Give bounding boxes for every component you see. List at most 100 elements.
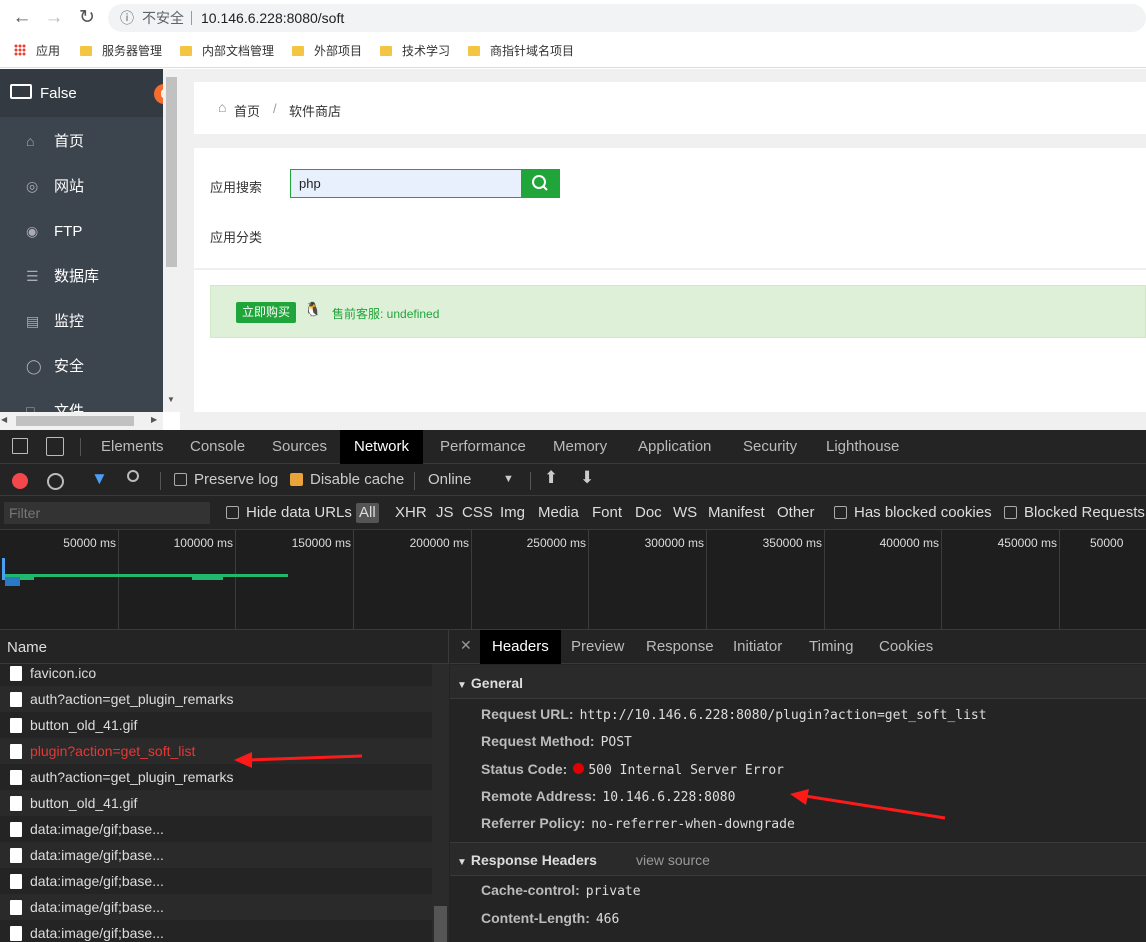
tab-lighthouse[interactable]: Lighthouse: [812, 430, 913, 464]
upload-icon[interactable]: ⬆: [544, 468, 558, 488]
network-overview[interactable]: 50000 ms 100000 ms 150000 ms 200000 ms 2…: [0, 530, 1146, 630]
filter-type-media[interactable]: Media: [538, 503, 579, 523]
request-list-scrollbar[interactable]: [432, 664, 449, 942]
has-blocked-cookies-toggle[interactable]: Has blocked cookies: [834, 503, 992, 523]
tab-elements[interactable]: Elements: [87, 430, 178, 464]
bookmark-folder[interactable]: 技术学习: [380, 43, 450, 59]
sidebar-item-database[interactable]: ☰ 数据库: [0, 254, 163, 299]
checkbox-checked[interactable]: [290, 473, 303, 486]
request-row[interactable]: button_old_41.gif: [0, 790, 432, 816]
checkbox[interactable]: [834, 506, 847, 519]
sidebar-item-home[interactable]: ⌂ 首页: [0, 119, 163, 164]
address-bar[interactable]: ⓘ 不安全 10.146.6.228:8080/soft: [108, 4, 1146, 32]
view-source-link[interactable]: view source: [636, 852, 710, 868]
request-row[interactable]: favicon.ico: [0, 660, 432, 686]
url-text[interactable]: 10.146.6.228:8080/soft: [201, 4, 344, 32]
general-title[interactable]: ▼ General: [457, 675, 523, 691]
insecure-label: 不安全: [142, 10, 184, 26]
chevron-down-icon[interactable]: ▼: [503, 473, 514, 485]
clear-icon[interactable]: [47, 473, 64, 490]
bookmark-apps[interactable]: 应用: [14, 43, 60, 59]
filter-type-css[interactable]: CSS: [462, 503, 493, 523]
checkbox[interactable]: [226, 506, 239, 519]
request-row[interactable]: data:image/gif;base...: [0, 894, 432, 920]
vertical-scrollbar[interactable]: ▼: [163, 69, 180, 412]
tab-headers[interactable]: Headers: [480, 630, 561, 664]
name-column-header[interactable]: Name: [0, 630, 449, 664]
search-input[interactable]: php: [290, 169, 522, 198]
filter-type-manifest[interactable]: Manifest: [708, 503, 765, 523]
download-icon[interactable]: ⬇: [580, 468, 594, 488]
scrollbar-thumb[interactable]: [434, 906, 447, 942]
search-button[interactable]: [521, 169, 560, 198]
tab-initiator[interactable]: Initiator: [721, 630, 794, 664]
tab-cookies[interactable]: Cookies: [867, 630, 945, 664]
tab-console[interactable]: Console: [176, 430, 259, 464]
filter-type-img[interactable]: Img: [500, 503, 525, 523]
filter-icon[interactable]: ▼: [91, 469, 108, 489]
blocked-requests-toggle[interactable]: Blocked Requests: [1004, 503, 1145, 523]
filter-type-doc[interactable]: Doc: [635, 503, 662, 523]
filter-input[interactable]: Filter: [4, 502, 210, 524]
filter-type-font[interactable]: Font: [592, 503, 622, 523]
request-row[interactable]: data:image/gif;base...: [0, 842, 432, 868]
tab-network[interactable]: Network: [340, 430, 424, 464]
back-icon[interactable]: ←: [11, 7, 33, 29]
tab-performance[interactable]: Performance: [426, 430, 540, 464]
forward-icon[interactable]: →: [43, 7, 65, 29]
request-row[interactable]: data:image/gif;base...: [0, 868, 432, 894]
request-row[interactable]: auth?action=get_plugin_remarks: [0, 764, 432, 790]
request-row[interactable]: button_old_41.gif: [0, 712, 432, 738]
filter-type-ws[interactable]: WS: [673, 503, 697, 523]
tab-preview[interactable]: Preview: [559, 630, 636, 664]
record-icon[interactable]: [12, 473, 28, 489]
notification-badge[interactable]: 0: [154, 84, 163, 104]
response-headers-title[interactable]: ▼ Response Headers: [457, 852, 597, 868]
tab-timing[interactable]: Timing: [797, 630, 865, 664]
preserve-log-toggle[interactable]: Preserve log: [174, 471, 278, 488]
hide-data-urls-toggle[interactable]: Hide data URLs: [226, 503, 352, 523]
tab-response[interactable]: Response: [634, 630, 726, 664]
scrollbar-thumb[interactable]: [16, 416, 134, 426]
bookmark-folder[interactable]: 服务器管理: [80, 43, 162, 59]
checkbox[interactable]: [1004, 506, 1017, 519]
request-row[interactable]: data:image/gif;base...: [0, 920, 432, 942]
scroll-left-icon[interactable]: ◀: [1, 415, 7, 424]
tab-sources[interactable]: Sources: [258, 430, 341, 464]
general-section-header[interactable]: [450, 665, 1146, 699]
bookmark-folder[interactable]: 内部文档管理: [180, 43, 274, 59]
checkbox[interactable]: [174, 473, 187, 486]
scrollbar-thumb[interactable]: [166, 77, 177, 267]
horizontal-scrollbar[interactable]: ◀ ▶: [0, 412, 163, 430]
sidebar-item-files[interactable]: □ 文件: [0, 389, 163, 412]
device-toolbar-icon[interactable]: [46, 437, 64, 456]
filter-type-xhr[interactable]: XHR: [395, 503, 427, 523]
sidebar-item-ftp[interactable]: ◉ FTP: [0, 209, 163, 254]
tab-security[interactable]: Security: [729, 430, 811, 464]
throttle-select[interactable]: Online: [428, 471, 471, 488]
scroll-down-icon[interactable]: ▼: [167, 395, 175, 404]
bookmark-folder[interactable]: 商指针域名项目: [468, 43, 574, 59]
request-row[interactable]: data:image/gif;base...: [0, 816, 432, 842]
scroll-right-icon[interactable]: ▶: [151, 415, 157, 424]
inspect-icon[interactable]: [12, 438, 28, 454]
qq-icon[interactable]: 🐧: [304, 301, 321, 318]
request-row-selected[interactable]: plugin?action=get_soft_list: [0, 738, 432, 764]
buy-now-button[interactable]: 立即购买: [236, 302, 296, 323]
breadcrumb-home[interactable]: 首页: [234, 101, 260, 120]
bookmark-folder[interactable]: 外部项目: [292, 43, 362, 59]
filter-type-js[interactable]: JS: [436, 503, 454, 523]
info-icon[interactable]: ⓘ: [120, 4, 134, 32]
sidebar-item-security[interactable]: ◯ 安全: [0, 344, 163, 389]
filter-type-other[interactable]: Other: [777, 503, 815, 523]
close-icon[interactable]: ✕: [460, 637, 472, 654]
filter-type-all[interactable]: All: [356, 503, 379, 523]
tab-memory[interactable]: Memory: [539, 430, 621, 464]
tab-application[interactable]: Application: [624, 430, 725, 464]
search-icon[interactable]: [127, 470, 139, 482]
sidebar-item-website[interactable]: ◎ 网站: [0, 164, 163, 209]
sidebar-item-monitor[interactable]: ▤ 监控: [0, 299, 163, 344]
request-row[interactable]: auth?action=get_plugin_remarks: [0, 686, 432, 712]
disable-cache-toggle[interactable]: Disable cache: [290, 471, 404, 488]
reload-icon[interactable]: ↻: [76, 7, 98, 29]
